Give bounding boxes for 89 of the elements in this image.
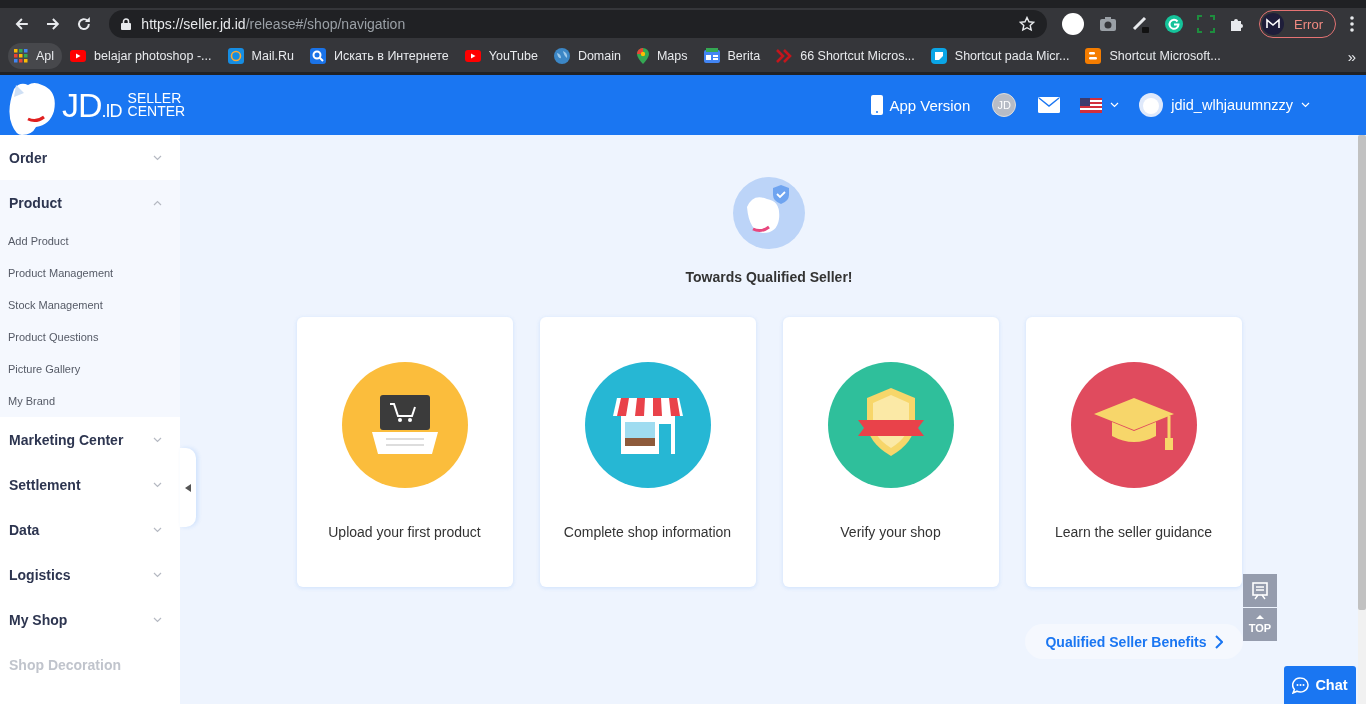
sidebar-subitem[interactable]: My Brand: [0, 385, 180, 417]
sidebar-subitem[interactable]: Stock Management: [0, 289, 180, 321]
page-title: Towards Qualified Seller!: [685, 269, 853, 285]
bookmark[interactable]: belajar photoshop -...: [62, 43, 220, 69]
monogram-icon: [1262, 13, 1285, 35]
sidebar-item[interactable]: Marketing Center: [0, 417, 180, 462]
bookmark[interactable]: 66 Shortcut Micros...: [768, 43, 923, 69]
at-sign-icon: [227, 48, 244, 64]
bookmark[interactable]: Apl: [8, 43, 63, 69]
circle-icon[interactable]: [1061, 12, 1086, 36]
chevron-icon: [153, 571, 162, 578]
chat-button[interactable]: Chat: [1284, 666, 1356, 704]
language-select[interactable]: [1080, 97, 1120, 113]
menu-icon[interactable]: [1350, 16, 1354, 32]
address-bar[interactable]: https://seller.jd.id/release#/shop/navigation: [109, 10, 1048, 38]
bookmark[interactable]: Искать в Интернете: [301, 43, 457, 69]
sidebar-item[interactable]: Data: [0, 507, 180, 552]
profile-button[interactable]: Error: [1259, 10, 1336, 38]
bookmark[interactable]: Berita: [695, 43, 769, 69]
chevron-down-icon: [1301, 102, 1310, 108]
play-icon: [464, 50, 481, 62]
bookmark[interactable]: YouTube: [456, 43, 546, 69]
double-chevron-icon: [776, 49, 793, 63]
benefits-link[interactable]: Qualified Seller Benefits: [1025, 624, 1243, 659]
square-logo-icon: [930, 48, 947, 64]
back-icon[interactable]: [14, 16, 30, 32]
more-bookmarks-button[interactable]: »: [1347, 47, 1356, 65]
grammar-icon[interactable]: [1165, 15, 1184, 33]
scrollbar-thumb[interactable]: [1358, 135, 1366, 610]
chevron-icon: [153, 481, 162, 488]
play-icon: [70, 50, 87, 62]
sidebar-subitem[interactable]: Picture Gallery: [0, 353, 180, 385]
map-pin-icon: [636, 48, 649, 64]
url-text: https://seller.jd.id/release#/shop/navigation: [141, 16, 406, 32]
chevron-icon: [153, 199, 162, 206]
app-version-link[interactable]: App Version: [871, 95, 971, 115]
chevron-icon: [153, 436, 162, 443]
task-card[interactable]: Complete shop information: [539, 317, 756, 587]
task-card[interactable]: Learn the seller guidance: [1025, 317, 1242, 587]
chat-bubble-icon: [1292, 676, 1310, 694]
caret-up-icon: [1256, 615, 1264, 619]
chevron-down-icon: [1110, 102, 1120, 108]
sidebar-item[interactable]: My Shop: [0, 597, 180, 642]
bookmark[interactable]: Mail.Ru: [219, 43, 302, 69]
card-label: Learn the seller guidance: [1054, 524, 1213, 540]
logo-text: JD.ID: [62, 85, 122, 125]
globe-icon: [553, 48, 570, 64]
flag-icon: [1080, 97, 1103, 113]
sidebar-subitem[interactable]: Product Questions: [0, 321, 180, 353]
sidebar-item[interactable]: Settlement: [0, 462, 180, 507]
card-label: Complete shop information: [563, 524, 732, 540]
reload-icon[interactable]: [75, 16, 92, 32]
camera-icon[interactable]: [1099, 16, 1118, 32]
bookmark[interactable]: Domain: [545, 43, 629, 69]
card-label: Verify your shop: [840, 524, 941, 540]
frame-icon[interactable]: [1197, 15, 1216, 33]
sidebar-item[interactable]: Order: [0, 135, 180, 180]
user-menu[interactable]: jdid_wlhjauumnzzy: [1139, 93, 1310, 117]
phone-icon: [871, 95, 884, 115]
chevron-icon: [153, 616, 162, 623]
star-icon[interactable]: [1019, 16, 1036, 32]
chevron-right-icon: [1214, 634, 1223, 649]
task-card[interactable]: Upload your first product: [296, 317, 513, 587]
sidebar-item[interactable]: Product: [0, 180, 180, 225]
card-label: Upload your first product: [328, 524, 481, 540]
board-icon: [1252, 581, 1268, 600]
apps-grid-icon: [14, 49, 28, 63]
sidebar-item[interactable]: Logistics: [0, 552, 180, 597]
blog-icon: [1085, 48, 1102, 64]
bookmark[interactable]: Maps: [628, 43, 696, 69]
sidebar-subitem[interactable]: Product Management: [0, 257, 180, 289]
puzzle-icon[interactable]: [1229, 16, 1246, 32]
bookmark[interactable]: Shortcut Microsoft...: [1077, 43, 1229, 69]
mail-icon[interactable]: [1038, 97, 1061, 113]
bookmark[interactable]: Shortcut pada Micr...: [922, 43, 1078, 69]
news-icon: [703, 48, 720, 64]
task-card[interactable]: Verify your shop: [782, 317, 999, 587]
avatar-icon: [1139, 93, 1164, 117]
mascot-shield-icon: [733, 177, 805, 249]
chevron-icon: [153, 526, 162, 533]
sidebar-subitem[interactable]: Add Product: [0, 225, 180, 257]
caret-left-icon: [185, 483, 191, 492]
search-icon: [309, 48, 326, 64]
forward-icon[interactable]: [44, 16, 61, 32]
pen-icon[interactable]: [1131, 14, 1152, 34]
error-label: Error: [1294, 16, 1323, 32]
lock-icon: [121, 18, 132, 30]
chevron-icon: [153, 154, 162, 161]
logo-subtitle: SELLER CENTER: [127, 92, 186, 118]
